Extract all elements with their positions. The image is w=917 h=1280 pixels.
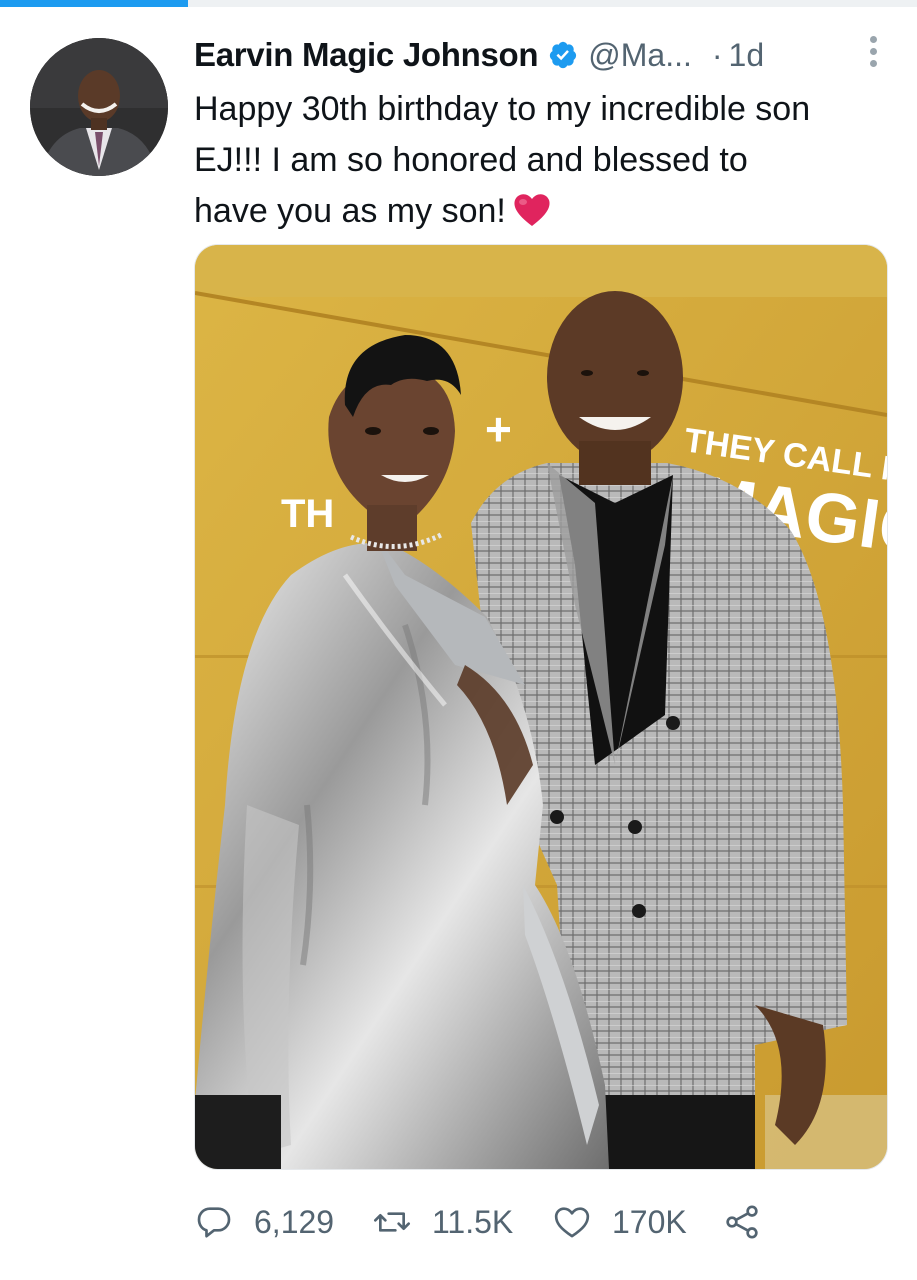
tweet-header: Earvin Magic Johnson @Ma... · 1d bbox=[194, 30, 894, 80]
tweet-text-line: Happy 30th birthday to my incredible son bbox=[194, 90, 811, 128]
reply-button[interactable]: 6,129 bbox=[194, 1202, 372, 1242]
svg-text:+: + bbox=[485, 403, 512, 455]
display-name[interactable]: Earvin Magic Johnson bbox=[194, 36, 539, 74]
progress-bar bbox=[0, 0, 917, 7]
verified-badge-icon bbox=[550, 41, 577, 69]
share-button[interactable] bbox=[722, 1202, 762, 1242]
svg-text:TH: TH bbox=[281, 492, 334, 536]
reply-icon bbox=[197, 1207, 231, 1238]
reply-count: 6,129 bbox=[254, 1203, 335, 1240]
like-icon bbox=[554, 1207, 590, 1238]
share-icon bbox=[726, 1205, 758, 1239]
tweet-text: Happy 30th birthday to my incredible son… bbox=[194, 84, 899, 237]
like-count: 170K bbox=[612, 1203, 687, 1240]
like-button[interactable]: 170K bbox=[552, 1202, 722, 1242]
tweet-timestamp[interactable]: 1d bbox=[729, 37, 765, 74]
separator-dot: · bbox=[711, 36, 723, 73]
retweet-count: 11.5K bbox=[432, 1203, 514, 1240]
tweet-actions: 6,129 11.5K 170K bbox=[194, 1192, 894, 1252]
tweet-text-segment: have you as my son! bbox=[194, 192, 506, 230]
user-handle[interactable]: @Ma... bbox=[588, 37, 692, 74]
red-heart-emoji bbox=[514, 194, 550, 226]
tweet-photo[interactable]: THEY CALL ME MAGIC TH + bbox=[194, 244, 888, 1170]
retweet-icon bbox=[374, 1212, 410, 1232]
retweet-button[interactable]: 11.5K bbox=[372, 1202, 552, 1242]
tweet-text-line: EJ!!! I am so honored and blessed to bbox=[194, 141, 748, 179]
avatar[interactable] bbox=[30, 38, 168, 176]
more-vertical-icon[interactable] bbox=[861, 36, 885, 76]
progress-fill bbox=[0, 0, 188, 7]
tweet-text-line: have you as my son! bbox=[194, 186, 899, 237]
